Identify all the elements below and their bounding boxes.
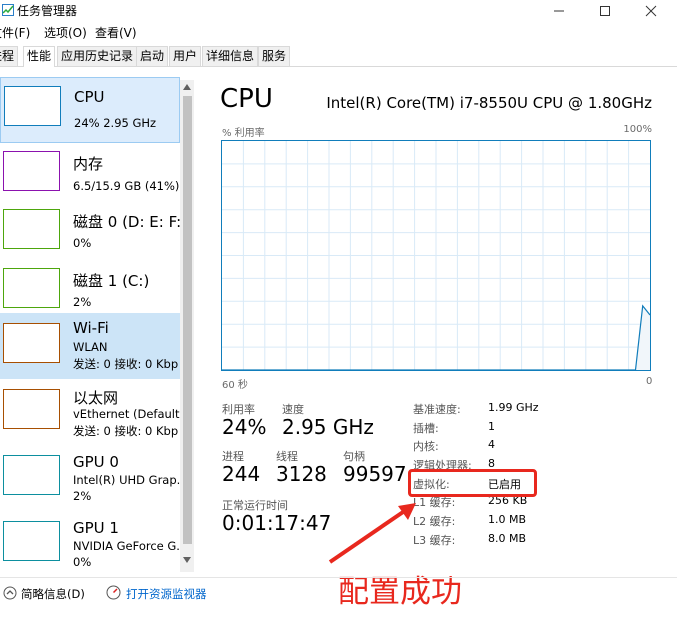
sidebar-item-detail: 24% 2.95 GHz (74, 116, 157, 130)
tab-startup[interactable]: 启动 (136, 46, 169, 66)
sidebar-item-detail-2: 0% (73, 555, 92, 569)
disk-1-thumbnail (3, 268, 60, 308)
maximize-icon (599, 6, 610, 16)
graph-y-max-label: 100% (623, 124, 652, 135)
sidebar-item-cpu[interactable]: CPU 24% 2.95 GHz (0, 77, 180, 143)
sidebar-item-detail: 6.5/15.9 GB (41%) (73, 179, 180, 193)
scroll-down-icon[interactable] (182, 556, 192, 564)
tab-performance[interactable]: 性能 (23, 46, 56, 67)
sidebar-item-label: GPU 0 (73, 453, 119, 471)
performance-sidebar: CPU 24% 2.95 GHz 内存 6.5/15.9 GB (41%) 磁盘… (0, 67, 180, 572)
spec-label: L3 缓存: (413, 534, 456, 547)
sidebar-item-label: GPU 1 (73, 519, 119, 537)
sidebar-item-label: 磁盘 0 (D: E: F: (73, 213, 180, 231)
minimize-button[interactable] (536, 0, 581, 22)
tab-users[interactable]: 用户 (169, 46, 202, 66)
utilization-value: 24% (222, 415, 267, 439)
menu-file[interactable]: 文件(F) (0, 24, 30, 41)
sidebar-item-label: 内存 (73, 155, 104, 173)
sidebar-item-detail: 2% (73, 295, 92, 309)
spec-value: 4 (488, 438, 495, 451)
task-manager-icon (2, 4, 14, 16)
tab-details[interactable]: 详细信息 (202, 46, 259, 66)
spec-value: 1 (488, 420, 495, 433)
sidebar-item-label: 磁盘 1 (C:) (73, 272, 150, 290)
sidebar-item-label: 以太网 (73, 389, 119, 407)
tab-app-history[interactable]: 应用历史记录 (57, 46, 138, 66)
cpu-thumbnail (4, 86, 61, 126)
menu-bar: 文件(F) 选项(O) 查看(V) (0, 22, 677, 42)
sidebar-item-detail: WLAN (73, 340, 108, 354)
tab-services[interactable]: 服务 (258, 46, 291, 66)
scrollbar-thumb[interactable] (183, 96, 192, 544)
window-title: 任务管理器 (17, 4, 78, 18)
gpu-1-thumbnail (3, 521, 60, 561)
annotation-arrow-icon (328, 503, 416, 564)
menu-options[interactable]: 选项(O) (44, 24, 87, 41)
sidebar-item-wifi[interactable]: Wi-Fi WLAN 发送: 0 接收: 0 Kbp (0, 313, 180, 379)
menu-view[interactable]: 查看(V) (95, 24, 137, 41)
spec-label: 插槽: (413, 422, 439, 435)
close-icon (645, 5, 656, 17)
tab-bar: 进程 性能 应用历史记录 启动 用户 详细信息 服务 (0, 44, 677, 67)
maximize-button[interactable] (582, 0, 627, 22)
graph-time-label: 60 秒 (222, 380, 248, 391)
speed-value: 2.95 GHz (282, 415, 374, 439)
spec-label: L2 缓存: (413, 515, 456, 528)
sidebar-item-detail: Intel(R) UHD Grap... (73, 473, 180, 487)
sidebar-item-detail: vEthernet (Default (73, 407, 180, 421)
ethernet-thumbnail (3, 389, 60, 429)
threads-value: 3128 (276, 462, 327, 486)
cpu-model-name: Intel(R) Core(TM) i7-8550U CPU @ 1.80GHz (326, 94, 652, 112)
page-title: CPU (220, 84, 273, 114)
collapse-chevron-icon[interactable] (3, 586, 17, 600)
graph-time-end-label: 0 (646, 376, 653, 387)
sidebar-item-gpu-1[interactable]: GPU 1 NVIDIA GeForce G... 0% (0, 515, 180, 572)
tab-processes[interactable]: 进程 (0, 46, 19, 66)
spec-label: 基准速度: (413, 403, 461, 416)
uptime-value: 0:01:17:47 (222, 511, 332, 535)
sidebar-item-detail-2: 发送: 0 接收: 0 Kbp (73, 424, 179, 438)
resource-monitor-icon (106, 585, 121, 600)
sidebar-item-detail-2: 2% (73, 489, 92, 503)
graph-y-label: % 利用率 (222, 128, 265, 139)
spec-value: 8.0 MB (488, 532, 527, 545)
sidebar-item-label: CPU (74, 88, 105, 106)
sidebar-item-disk-0[interactable]: 磁盘 0 (D: E: F: 0% (0, 201, 180, 267)
title-bar: 任务管理器 (0, 0, 677, 22)
close-button[interactable] (628, 0, 673, 22)
processes-value: 244 (222, 462, 261, 486)
sidebar-item-detail: NVIDIA GeForce G... (73, 539, 180, 553)
footer-bar: 简略信息(D) 打开资源监视器 (0, 577, 677, 617)
memory-thumbnail (3, 151, 60, 191)
sidebar-item-gpu-0[interactable]: GPU 0 Intel(R) UHD Grap... 2% (0, 449, 180, 515)
cpu-graph-canvas (222, 141, 651, 371)
cpu-utilization-graph (221, 140, 651, 371)
virtualization-highlight (408, 469, 537, 497)
wifi-thumbnail (3, 323, 60, 363)
gpu-0-thumbnail (3, 455, 60, 495)
fewer-details-button[interactable]: 简略信息(D) (21, 586, 85, 602)
scroll-up-icon[interactable] (182, 83, 192, 91)
open-resource-monitor-link[interactable]: 打开资源监视器 (126, 586, 207, 602)
sidebar-item-detail-2: 发送: 0 接收: 0 Kbp (73, 357, 179, 371)
handles-value: 99597 (343, 462, 407, 486)
sidebar-item-detail: 0% (73, 236, 92, 250)
spec-value: 1.99 GHz (488, 401, 539, 414)
spec-value: 1.0 MB (488, 513, 527, 526)
sidebar-item-ethernet[interactable]: 以太网 vEthernet (Default 发送: 0 接收: 0 Kbp (0, 383, 180, 449)
sidebar-item-label: Wi-Fi (73, 319, 109, 337)
disk-0-thumbnail (3, 209, 60, 249)
sidebar-item-memory[interactable]: 内存 6.5/15.9 GB (41%) (0, 143, 180, 209)
spec-label: 内核: (413, 440, 439, 453)
minimize-icon (553, 10, 564, 12)
